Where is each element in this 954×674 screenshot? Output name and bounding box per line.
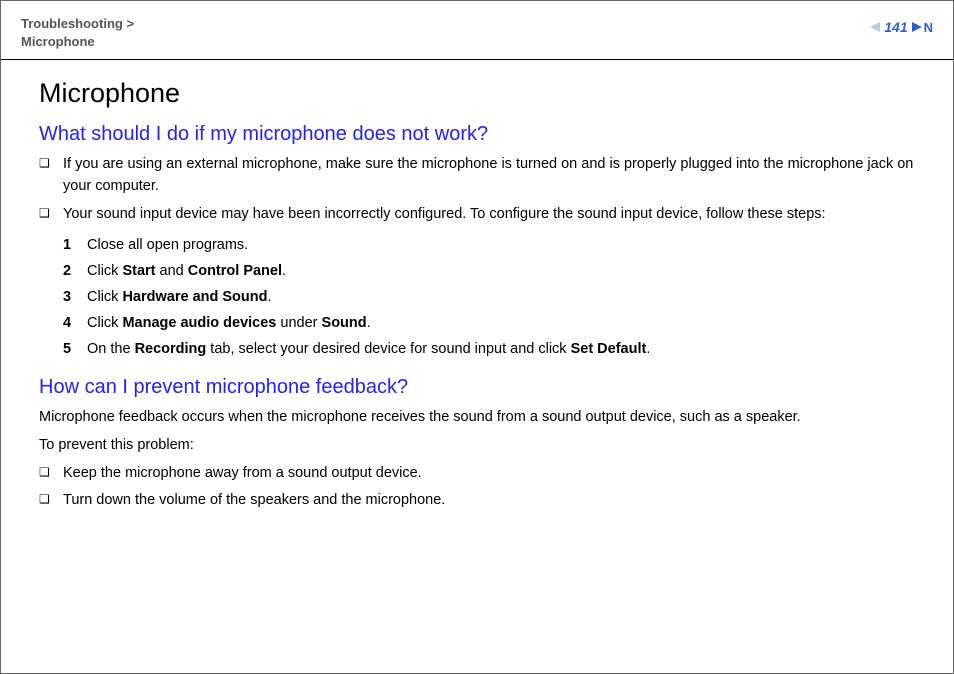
- breadcrumb-parent[interactable]: Troubleshooting: [21, 16, 123, 31]
- step-item: 1Close all open programs.: [63, 232, 915, 258]
- page-number: 141: [884, 19, 907, 35]
- list-item: Turn down the volume of the speakers and…: [39, 490, 915, 512]
- section-heading-1: What should I do if my microphone does n…: [39, 123, 915, 146]
- prev-page-icon[interactable]: [870, 22, 880, 32]
- nav-letter[interactable]: N: [924, 20, 933, 35]
- step-item: 2Click Start and Control Panel.: [63, 258, 915, 284]
- bullet-list-2: Keep the microphone away from a sound ou…: [39, 463, 915, 513]
- breadcrumb-current: Microphone: [21, 34, 95, 49]
- list-item: Keep the microphone away from a sound ou…: [39, 463, 915, 485]
- step-item: 5On the Recording tab, select your desir…: [63, 336, 915, 362]
- body-text: To prevent this problem:: [39, 435, 915, 457]
- page-nav: 141 N: [870, 19, 933, 35]
- page-title: Microphone: [39, 78, 915, 109]
- section-heading-2: How can I prevent microphone feedback?: [39, 376, 915, 399]
- steps-list: 1Close all open programs. 2Click Start a…: [63, 232, 915, 362]
- next-page-icon[interactable]: [912, 22, 922, 32]
- page-content: Microphone What should I do if my microp…: [1, 60, 953, 512]
- body-text: Microphone feedback occurs when the micr…: [39, 407, 915, 429]
- step-item: 3Click Hardware and Sound.: [63, 284, 915, 310]
- bullet-list-1: If you are using an external microphone,…: [39, 154, 915, 225]
- page-header: Troubleshooting > Microphone 141 N: [1, 1, 953, 60]
- list-item: If you are using an external microphone,…: [39, 154, 915, 198]
- list-item: Your sound input device may have been in…: [39, 204, 915, 226]
- step-item: 4Click Manage audio devices under Sound.: [63, 310, 915, 336]
- breadcrumb: Troubleshooting > Microphone: [21, 15, 134, 51]
